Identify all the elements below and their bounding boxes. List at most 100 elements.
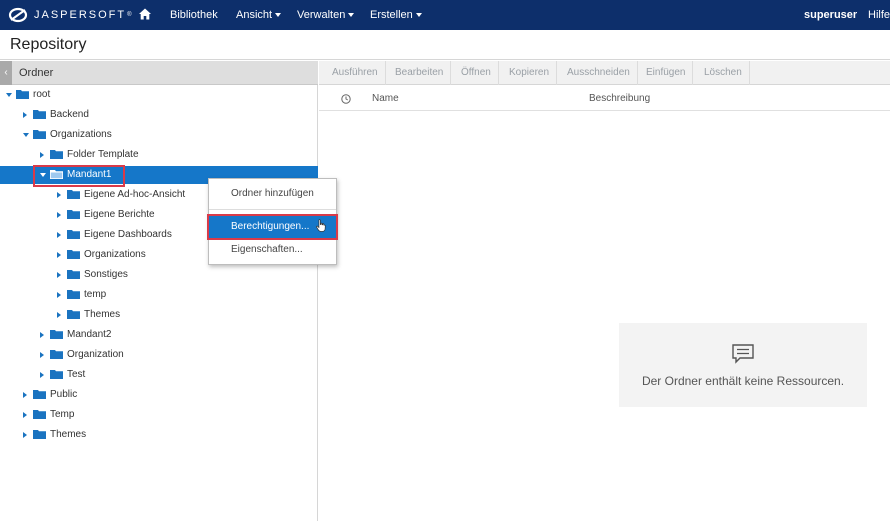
- folder-icon: [67, 290, 80, 299]
- collapsed-arrow-icon[interactable]: [40, 352, 44, 358]
- collapsed-arrow-icon[interactable]: [57, 312, 61, 318]
- cut-button[interactable]: Ausschneiden: [560, 61, 638, 85]
- folder-icon: [67, 310, 80, 319]
- folder-icon: [33, 110, 46, 119]
- tree-item-label: Themes: [50, 429, 87, 440]
- tree-item-label: Organizations: [50, 129, 112, 140]
- collapsed-arrow-icon[interactable]: [23, 392, 27, 398]
- run-button[interactable]: Ausführen: [325, 61, 386, 85]
- tree-item-label: Eigene Dashboards: [84, 229, 172, 240]
- empty-state-message: Der Ordner enthält keine Ressourcen.: [641, 374, 845, 388]
- folder-icon: [67, 190, 80, 199]
- tree-item[interactable]: temp: [0, 286, 318, 304]
- resource-list-header: Name Beschreibung: [319, 86, 890, 111]
- nav-bibliothek[interactable]: Bibliothek: [170, 9, 218, 21]
- resource-toolbar: Ausführen Bearbeiten Öffnen Kopieren Aus…: [319, 61, 890, 85]
- help-link[interactable]: Hilfe: [868, 9, 890, 21]
- open-button[interactable]: Öffnen: [454, 61, 499, 85]
- collapsed-arrow-icon[interactable]: [23, 432, 27, 438]
- menu-item-properties[interactable]: Eigenschaften...: [209, 239, 336, 261]
- user-name[interactable]: superuser: [804, 9, 857, 21]
- tree-item[interactable]: root: [0, 86, 318, 104]
- tree-item-label: Eigene Berichte: [84, 209, 155, 220]
- tree-item[interactable]: Themes: [0, 426, 318, 444]
- hand-cursor-icon: [316, 219, 326, 232]
- tree-item[interactable]: Backend: [0, 106, 318, 124]
- tree-item-label: Test: [67, 369, 86, 380]
- expanded-arrow-icon[interactable]: [23, 133, 29, 137]
- jaspersoft-logo-icon: [8, 7, 28, 23]
- folder-icon: [50, 350, 63, 359]
- tree-item[interactable]: Themes: [0, 306, 318, 324]
- collapsed-arrow-icon[interactable]: [57, 292, 61, 298]
- top-nav-bar: JASPERSOFT ® Bibliothek Ansicht Verwalten…: [0, 0, 890, 30]
- chevron-down-icon: [348, 13, 355, 18]
- page-header: Repository: [0, 30, 890, 60]
- expanded-arrow-icon[interactable]: [6, 93, 12, 97]
- tree-item[interactable]: Sonstiges: [0, 266, 318, 284]
- collapsed-arrow-icon[interactable]: [57, 272, 61, 278]
- nav-erstellen[interactable]: Erstellen: [370, 9, 422, 21]
- folders-pane-title: Ordner: [19, 67, 54, 79]
- tree-item-label: Organization: [67, 349, 124, 360]
- paste-button[interactable]: Einfügen: [639, 61, 694, 85]
- tree-item[interactable]: Organization: [0, 346, 318, 364]
- folder-icon: [67, 230, 80, 239]
- brand-trademark: ®: [127, 12, 132, 18]
- tree-item-label: Eigene Ad-hoc-Ansicht: [84, 189, 186, 200]
- collapsed-arrow-icon[interactable]: [23, 412, 27, 418]
- collapsed-arrow-icon[interactable]: [57, 252, 61, 258]
- column-header-name[interactable]: Name: [372, 93, 399, 104]
- tree-item-label: Backend: [50, 109, 89, 120]
- empty-state: Der Ordner enthält keine Ressourcen.: [619, 323, 867, 407]
- folder-icon: [67, 210, 80, 219]
- collapsed-arrow-icon[interactable]: [57, 212, 61, 218]
- folder-icon: [50, 150, 63, 159]
- tree-item-label: Sonstiges: [84, 269, 128, 280]
- folder-icon: [33, 410, 46, 419]
- chevron-down-icon: [275, 13, 282, 18]
- folder-icon: [67, 250, 80, 259]
- tree-item-label: root: [33, 89, 51, 100]
- tree-item-label: temp: [84, 289, 107, 300]
- tree-item-label: Organizations: [84, 249, 146, 260]
- tree-item[interactable]: Public: [0, 386, 318, 404]
- collapsed-arrow-icon[interactable]: [57, 192, 61, 198]
- tree-item[interactable]: Mandant2: [0, 326, 318, 344]
- collapse-pane-button[interactable]: ‹: [0, 61, 12, 85]
- menu-item-add-folder[interactable]: Ordner hinzufügen: [209, 183, 336, 205]
- tree-item[interactable]: Folder Template: [0, 146, 318, 164]
- copy-button[interactable]: Kopieren: [502, 61, 558, 85]
- tree-item[interactable]: Test: [0, 366, 318, 384]
- collapsed-arrow-icon[interactable]: [23, 112, 27, 118]
- tree-item-label: Temp: [50, 409, 75, 420]
- home-icon[interactable]: [139, 8, 151, 20]
- brand-name: JASPERSOFT: [34, 9, 127, 21]
- column-header-description[interactable]: Beschreibung: [589, 93, 650, 104]
- tree-item[interactable]: Temp: [0, 406, 318, 424]
- jaspersoft-logo[interactable]: JASPERSOFT ®: [8, 6, 132, 24]
- collapsed-arrow-icon[interactable]: [40, 372, 44, 378]
- tree-item[interactable]: Organizations: [0, 126, 318, 144]
- folder-icon: [33, 430, 46, 439]
- chevron-down-icon: [415, 13, 422, 18]
- edit-button[interactable]: Bearbeiten: [388, 61, 452, 85]
- folder-icon: [67, 270, 80, 279]
- folder-icon: [50, 370, 63, 379]
- collapsed-arrow-icon[interactable]: [57, 232, 61, 238]
- comment-icon: [732, 344, 754, 364]
- collapsed-arrow-icon[interactable]: [40, 152, 44, 158]
- nav-ansicht[interactable]: Ansicht: [236, 9, 282, 21]
- tree-item-label: Mandant2: [67, 329, 112, 340]
- collapsed-arrow-icon[interactable]: [40, 332, 44, 338]
- page-title: Repository: [10, 36, 87, 53]
- delete-button[interactable]: Löschen: [697, 61, 750, 85]
- tree-item-label: Folder Template: [67, 149, 139, 160]
- folder-icon: [16, 90, 29, 99]
- clock-icon[interactable]: [341, 94, 351, 104]
- menu-divider: [209, 209, 336, 210]
- folder-icon: [33, 130, 46, 139]
- tree-item-label: Themes: [84, 309, 121, 320]
- folder-icon: [50, 330, 63, 339]
- nav-verwalten[interactable]: Verwalten: [297, 9, 355, 21]
